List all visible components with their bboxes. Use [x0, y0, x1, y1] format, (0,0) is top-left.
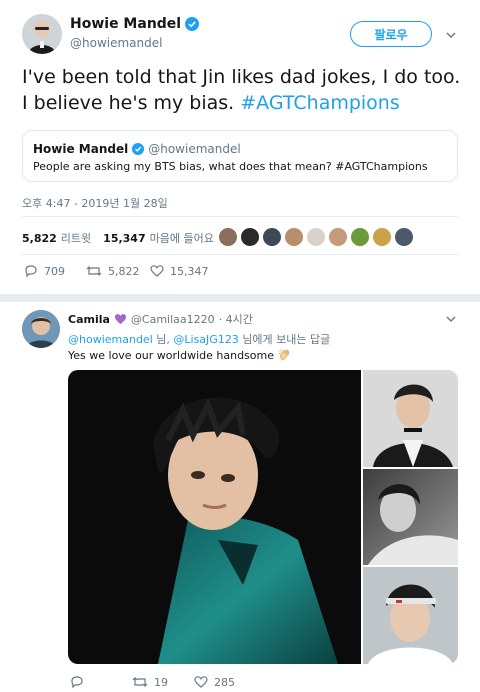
liker-avatars [218, 227, 414, 247]
author-handle[interactable]: @howiemandel [70, 36, 162, 50]
reply-retweet-action[interactable]: 19 [132, 675, 168, 689]
liker-avatar[interactable] [328, 227, 348, 247]
reply-reply-action[interactable] [70, 675, 90, 689]
reply-text-row: Yes we love our worldwide handsome [68, 348, 292, 362]
section-separator [0, 294, 480, 302]
retweet-icon [86, 264, 102, 278]
reply-author-name[interactable]: Camila [68, 313, 110, 326]
reply-author-handle[interactable]: @Camilaa1220 [131, 313, 215, 326]
quoted-author-handle: @howiemandel [148, 142, 241, 156]
author-avatar[interactable] [22, 14, 62, 54]
mention-link[interactable]: @howiemandel [68, 333, 153, 346]
like-count[interactable]: 15,347 [103, 232, 145, 245]
liker-avatar[interactable] [240, 227, 260, 247]
reply-action[interactable]: 709 [24, 264, 65, 278]
divider [22, 216, 458, 217]
like-action[interactable]: 15,347 [150, 264, 209, 278]
verified-badge-icon [185, 17, 200, 31]
reply-retweet-count: 19 [154, 675, 168, 689]
purple-heart-icon [114, 313, 127, 325]
replying-joiner: 님, [156, 333, 170, 346]
replying-to: @howiemandel 님, @LisaJG123 님에게 보내는 답글 [68, 331, 330, 347]
reply-author-avatar[interactable] [22, 310, 60, 348]
follow-button[interactable]: 팔로우 [350, 21, 432, 47]
liker-avatar[interactable] [350, 227, 370, 247]
tweet-stats: 5,822 리트윗 15,347 마음에 들어요 [22, 230, 214, 246]
liker-avatar[interactable] [262, 227, 282, 247]
replying-suffix: 님에게 보내는 답글 [242, 333, 331, 346]
author-name[interactable]: Howie Mandel [70, 16, 181, 32]
liker-avatar[interactable] [218, 227, 238, 247]
reply-like-action[interactable]: 285 [194, 675, 235, 689]
retweet-icon [132, 675, 148, 689]
liker-avatar[interactable] [306, 227, 326, 247]
reply-like-count: 285 [214, 675, 235, 689]
retweet-count[interactable]: 5,822 [22, 232, 57, 245]
retweet-action[interactable]: 5,822 [86, 264, 140, 278]
verified-badge-icon [132, 143, 145, 155]
reply-header: Camila @Camilaa1220 · 4시간 [68, 311, 253, 327]
retweet-action-count: 5,822 [108, 264, 140, 278]
clapping-hands-icon [278, 348, 292, 362]
quoted-tweet-header: Howie Mandel @howiemandel [33, 142, 241, 156]
quoted-tweet-text: People are asking my BTS bias, what does… [33, 160, 428, 173]
chevron-down-icon[interactable] [446, 314, 456, 324]
divider [22, 254, 458, 255]
hashtag-link[interactable]: #AGTChampions [240, 92, 400, 114]
reply-media[interactable] [68, 370, 458, 664]
quoted-tweet[interactable]: Howie Mandel @howiemandel People are ask… [22, 130, 458, 182]
heart-icon [194, 675, 208, 689]
chevron-down-icon[interactable] [446, 30, 456, 40]
quoted-author-name: Howie Mandel [33, 142, 129, 156]
photo-middle-right[interactable] [363, 469, 458, 565]
tweet-timestamp[interactable]: 오후 4:47 - 2019년 1월 28일 [22, 195, 168, 211]
liker-avatar[interactable] [284, 227, 304, 247]
retweet-label[interactable]: 리트윗 [61, 230, 91, 246]
photo-top-right[interactable] [363, 370, 458, 467]
photo-main[interactable] [68, 370, 361, 664]
like-label[interactable]: 마음에 들어요 [150, 230, 214, 246]
reply-icon [24, 264, 38, 278]
reply-count: 709 [44, 264, 65, 278]
liker-avatar[interactable] [372, 227, 392, 247]
liker-avatar[interactable] [394, 227, 414, 247]
photo-bottom-right[interactable] [363, 567, 458, 664]
author-name-row[interactable]: Howie Mandel [70, 16, 200, 32]
like-action-count: 15,347 [170, 264, 209, 278]
reply-time[interactable]: · 4시간 [219, 311, 253, 327]
tweet-text: I've been told that Jin likes dad jokes,… [22, 64, 462, 116]
heart-icon [150, 264, 164, 278]
mention-link[interactable]: @LisaJG123 [173, 333, 238, 346]
reply-icon [70, 675, 84, 689]
reply-text: Yes we love our worldwide handsome [68, 348, 274, 362]
